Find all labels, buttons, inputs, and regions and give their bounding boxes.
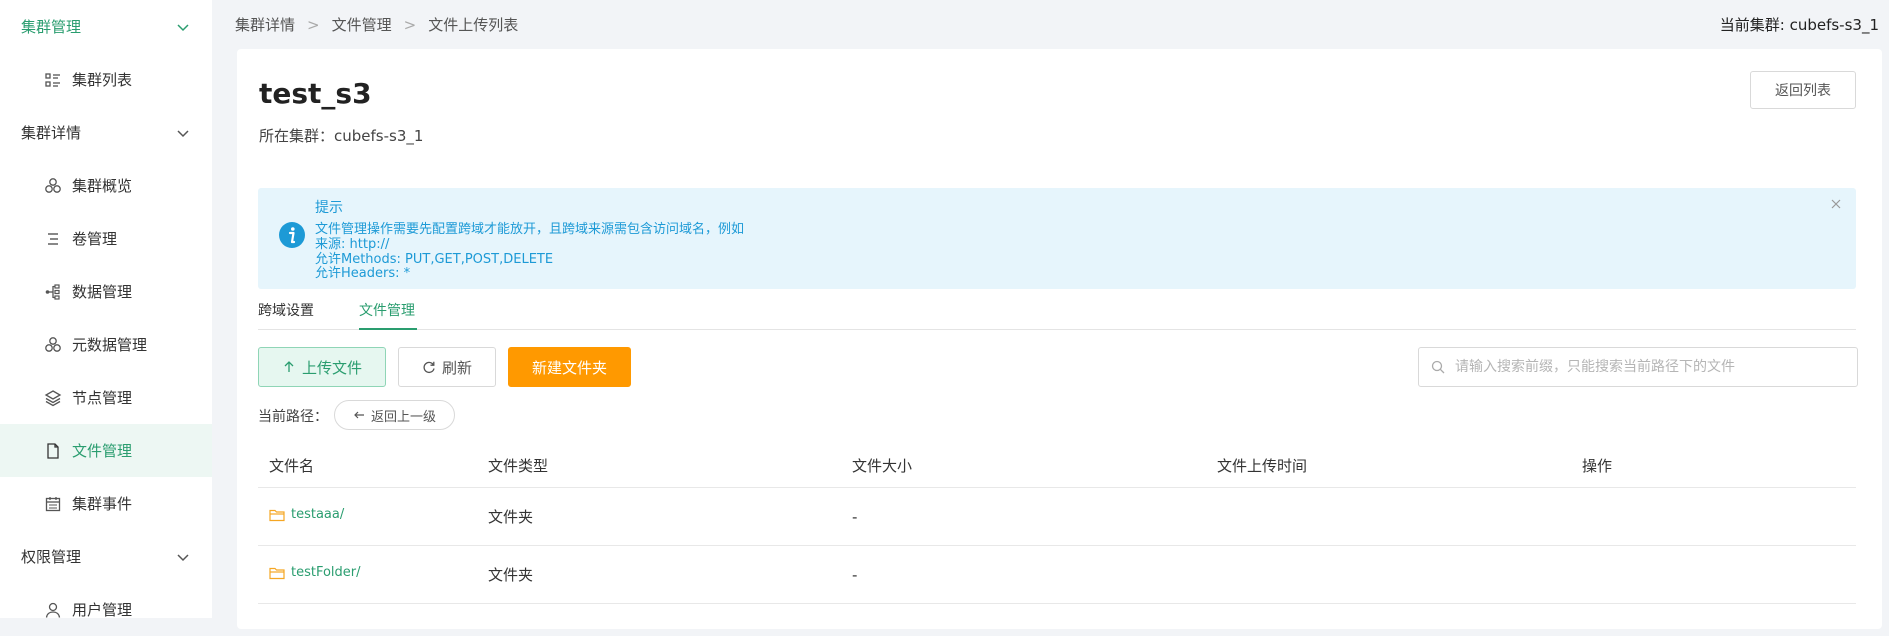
sidebar-item-label: 节点管理 (72, 389, 133, 407)
table-cell: testFolder/ (258, 565, 477, 584)
chevron-down-icon (177, 23, 189, 31)
breadcrumb-separator: > (307, 15, 320, 34)
app-root: 集群管理 集群列表 集群详情 集群概览 卷管理 数据管理 元数据管理 节点管理 … (0, 0, 1889, 629)
chevron-down-icon (177, 553, 189, 561)
tab-active-indicator (359, 328, 417, 330)
sidebar-item-data[interactable]: 数据管理 (0, 265, 212, 318)
cluster-icon (44, 177, 62, 195)
refresh-button[interactable]: 刷新 (398, 347, 496, 387)
sidebar-item-label: 集群概览 (72, 177, 133, 195)
table-cell: 文件夹 (488, 508, 534, 526)
upload-file-button[interactable]: 上传文件 (258, 347, 386, 387)
sidebar-item-label: 数据管理 (72, 283, 133, 301)
file-table: 文件名 文件类型 文件大小 文件上传时间 操作 testaaa/ 文件夹 - t… (258, 444, 1856, 604)
refresh-icon (423, 361, 435, 374)
sidebar-item-label: 用户管理 (72, 601, 133, 619)
sidebar-item-user[interactable]: 用户管理 (0, 583, 212, 636)
folder-icon (269, 567, 285, 579)
sidebar-item-label: 集群列表 (72, 71, 133, 89)
go-up-button[interactable]: 返回上一级 (334, 400, 455, 430)
info-alert: 提示 文件管理操作需要先配置跨域才能放开，且跨域来源需包含访问域名，例如 来源:… (258, 188, 1856, 289)
tree-icon (44, 283, 62, 301)
arrow-up-icon (284, 361, 294, 372)
upload-file-label: 上传文件 (301, 358, 362, 377)
calendar-icon (44, 495, 62, 513)
current-cluster-label: 当前集群: cubefs-s3_1 (1719, 15, 1879, 34)
table-cell: - (852, 507, 858, 526)
sidebar-group-label: 权限管理 (21, 548, 82, 566)
column-header: 文件名 (269, 457, 315, 475)
sidebar-group-permission[interactable]: 权限管理 (0, 530, 212, 583)
main-card: test_s3 所在集群：cubefs-s3_1 返回列表 提示 文件管理操作需… (237, 49, 1882, 629)
folder-icon (269, 509, 285, 521)
sidebar: 集群管理 集群列表 集群详情 集群概览 卷管理 数据管理 元数据管理 节点管理 … (0, 0, 212, 619)
sidebar-item-cluster-overview[interactable]: 集群概览 (0, 159, 212, 212)
column-header: 操作 (1582, 457, 1613, 475)
sidebar-group-cluster-detail[interactable]: 集群详情 (0, 106, 212, 159)
cluster-icon (44, 336, 62, 354)
file-name: testFolder/ (291, 565, 361, 581)
sidebar-item-label: 卷管理 (72, 230, 118, 248)
breadcrumb-item-current: 文件上传列表 (428, 15, 519, 34)
table-row: testaaa/ 文件夹 - (258, 488, 1856, 546)
sidebar-group-label: 集群详情 (21, 124, 82, 142)
sidebar-item-events[interactable]: 集群事件 (0, 477, 212, 530)
table-row: testFolder/ 文件夹 - (258, 546, 1856, 604)
arrow-left-icon (354, 411, 364, 419)
sidebar-item-label: 集群事件 (72, 495, 133, 513)
sidebar-item-file[interactable]: 文件管理 (0, 424, 212, 477)
sidebar-item-cluster-list[interactable]: 集群列表 (0, 53, 212, 106)
column-header: 文件上传时间 (1217, 457, 1308, 475)
page-title: test_s3 (259, 77, 372, 110)
breadcrumb-item[interactable]: 文件管理 (332, 16, 392, 34)
go-up-label: 返回上一级 (370, 409, 436, 425)
sidebar-group-label: 集群管理 (21, 18, 82, 36)
breadcrumb: 集群详情 > 文件管理 > 文件上传列表 (235, 14, 518, 35)
sidebar-item-label: 文件管理 (72, 442, 133, 460)
sidebar-item-node[interactable]: 节点管理 (0, 371, 212, 424)
sidebar-item-volume[interactable]: 卷管理 (0, 212, 212, 265)
sidebar-item-label: 元数据管理 (72, 336, 148, 354)
current-path-label: 当前路径： (258, 409, 328, 425)
tab-cors-settings[interactable]: 跨域设置 (258, 300, 314, 320)
sidebar-item-metadata[interactable]: 元数据管理 (0, 318, 212, 371)
table-cell: - (852, 565, 858, 584)
column-header: 文件类型 (488, 457, 549, 475)
search-box (1418, 347, 1858, 387)
tab-file-management[interactable]: 文件管理 (359, 300, 415, 320)
layers-icon (44, 389, 62, 407)
info-icon (279, 222, 305, 248)
back-to-list-button[interactable]: 返回列表 (1750, 71, 1856, 109)
alert-line: 文件管理操作需要先配置跨域才能放开，且跨域来源需包含访问域名，例如 (315, 222, 745, 237)
chevron-down-icon (177, 129, 189, 137)
alert-line: 允许Headers: * (315, 266, 411, 281)
close-icon[interactable] (1830, 198, 1842, 210)
cluster-info: 所在集群：cubefs-s3_1 (259, 127, 424, 145)
alert-title: 提示 (315, 200, 343, 216)
column-header: 文件大小 (852, 457, 913, 475)
file-name-link[interactable]: testFolder/ (269, 565, 361, 580)
alert-line: 来源: http:// (315, 237, 390, 252)
alert-line: 允许Methods: PUT,GET,POST,DELETE (315, 252, 554, 267)
search-input[interactable] (1453, 358, 1857, 376)
search-icon (1431, 360, 1445, 374)
table-cell: testaaa/ (258, 507, 477, 526)
file-name: testaaa/ (291, 507, 345, 523)
user-icon (44, 601, 62, 619)
refresh-label: 刷新 (441, 358, 472, 377)
breadcrumb-item[interactable]: 集群详情 (235, 16, 295, 34)
new-folder-button[interactable]: 新建文件夹 (508, 347, 631, 387)
file-icon (44, 442, 62, 460)
table-cell: 文件夹 (488, 566, 534, 584)
tab-bar: 跨域设置 文件管理 (258, 295, 1856, 330)
menu-lines-icon (44, 230, 62, 248)
list-icon (44, 71, 62, 89)
breadcrumb-separator: > (403, 15, 417, 34)
top-bar: 集群详情 > 文件管理 > 文件上传列表 当前集群: cubefs-s3_1 (212, 0, 1889, 48)
table-header: 文件名 文件类型 文件大小 文件上传时间 操作 (258, 444, 1856, 488)
file-name-link[interactable]: testaaa/ (269, 507, 344, 522)
sidebar-group-cluster-management[interactable]: 集群管理 (0, 0, 212, 53)
